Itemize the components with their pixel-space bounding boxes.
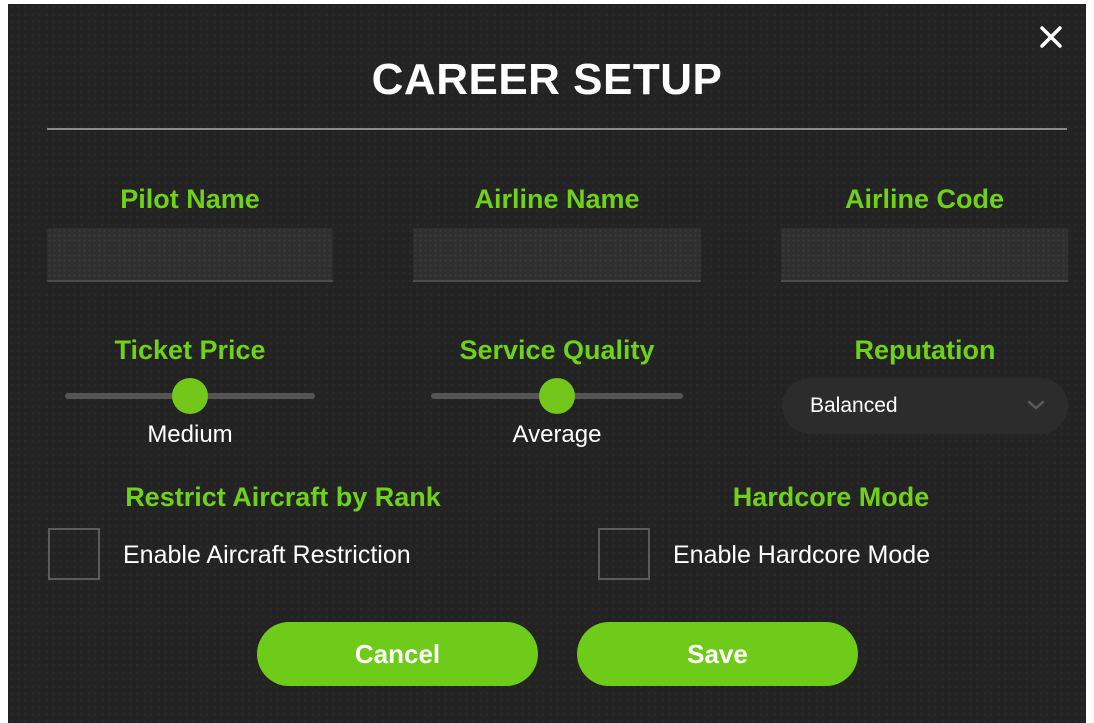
aircraft-restriction-checkbox-label[interactable]: Enable Aircraft Restriction (123, 538, 411, 572)
ticket-price-value: Medium (147, 421, 233, 448)
airline-name-input[interactable] (413, 228, 701, 282)
airline-code-input[interactable] (781, 228, 1068, 282)
hardcore-mode-checkbox[interactable] (598, 528, 650, 580)
dialog-title: CAREER SETUP (371, 55, 723, 104)
service-quality-value: Average (512, 421, 602, 448)
reputation-label: Reputation (854, 335, 996, 365)
cancel-button[interactable]: Cancel (257, 622, 538, 686)
reputation-select[interactable]: Balanced (782, 378, 1068, 434)
hardcore-mode-checkbox-label[interactable]: Enable Hardcore Mode (673, 538, 930, 572)
aircraft-restriction-checkbox[interactable] (48, 528, 100, 580)
hardcore-mode-label: Hardcore Mode (732, 482, 930, 512)
close-icon[interactable] (1038, 24, 1064, 50)
save-button[interactable]: Save (577, 622, 858, 686)
service-quality-label: Service Quality (459, 335, 655, 365)
service-quality-slider-thumb[interactable] (539, 378, 575, 414)
chevron-down-icon (1026, 398, 1046, 417)
airline-code-label: Airline Code (844, 184, 1005, 214)
title-divider (47, 128, 1067, 130)
pilot-name-input[interactable] (47, 228, 333, 282)
ticket-price-slider-thumb[interactable] (172, 378, 208, 414)
airline-name-label: Airline Name (474, 184, 640, 214)
reputation-selected-value: Balanced (810, 394, 898, 417)
pilot-name-label: Pilot Name (120, 184, 260, 214)
ticket-price-label: Ticket Price (114, 335, 266, 365)
restrict-aircraft-label: Restrict Aircraft by Rank (125, 482, 441, 512)
